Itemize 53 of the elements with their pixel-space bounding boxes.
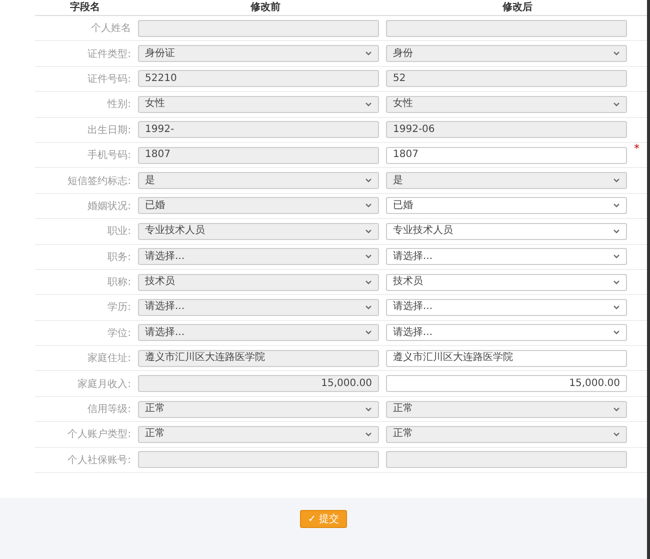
select-field[interactable]: 专业技术人员 bbox=[386, 222, 627, 240]
caret-icon bbox=[365, 203, 372, 208]
caret-icon bbox=[365, 330, 372, 336]
caret-icon bbox=[365, 406, 372, 412]
field-label: 手机号码: bbox=[86, 148, 131, 162]
field-label: 短信签约标志: bbox=[66, 174, 131, 188]
field-label: 个人社保账号: bbox=[66, 454, 131, 467]
field-label: 性别: bbox=[106, 98, 131, 112]
field-label: 职业: bbox=[106, 224, 131, 238]
caret-icon bbox=[613, 432, 620, 437]
caret-icon bbox=[613, 203, 620, 208]
field-label: 家庭住址: bbox=[86, 352, 131, 366]
caret-icon bbox=[613, 228, 620, 234]
caret-icon bbox=[613, 406, 620, 412]
caret-icon bbox=[365, 178, 372, 184]
select-field[interactable]: 请选择... bbox=[386, 248, 627, 266]
field-label: 证件类型: bbox=[86, 48, 131, 61]
field-label: 职称: bbox=[106, 276, 131, 290]
field-label: 证件号码: bbox=[86, 72, 131, 86]
caret-icon bbox=[613, 330, 620, 336]
caret-icon bbox=[365, 51, 372, 56]
caret-icon bbox=[365, 102, 372, 107]
caret-icon bbox=[613, 280, 620, 285]
field-label: 个人姓名 bbox=[90, 22, 131, 36]
caret-icon bbox=[365, 432, 372, 437]
field-label: 家庭月收入: bbox=[76, 378, 131, 391]
caret-icon bbox=[613, 254, 620, 260]
select-field[interactable]: 技术员 bbox=[386, 274, 627, 291]
caret-icon bbox=[613, 178, 620, 184]
field-label: 学位: bbox=[106, 326, 131, 340]
caret-icon bbox=[365, 304, 372, 310]
caret-icon bbox=[613, 304, 620, 310]
caret-icon bbox=[365, 228, 372, 234]
field-label: 个人账户类型: bbox=[66, 428, 131, 442]
column-header: 修改后 bbox=[501, 2, 534, 14]
select-field[interactable]: 已婚 bbox=[386, 197, 627, 214]
field-label: 信用等级: bbox=[86, 403, 131, 416]
select-field[interactable]: 请选择... bbox=[386, 324, 627, 342]
field-label: 学历: bbox=[106, 301, 131, 314]
select-field[interactable]: 请选择... bbox=[386, 298, 627, 316]
input-field[interactable]: 1807 bbox=[386, 146, 627, 164]
caret-icon bbox=[365, 280, 372, 285]
field-label: 出生日期: bbox=[86, 124, 131, 137]
input-field[interactable]: 遵义市汇川区大连路医学院 bbox=[386, 350, 627, 367]
field-label: 职务: bbox=[106, 250, 131, 264]
caret-icon bbox=[613, 51, 620, 56]
required-mark: * bbox=[634, 142, 640, 154]
caret-icon bbox=[365, 254, 372, 260]
input-field[interactable]: 15,000.00 bbox=[386, 375, 627, 392]
field-label: 婚姻状况: bbox=[86, 200, 131, 213]
caret-icon bbox=[613, 102, 620, 107]
column-header: 修改前 bbox=[249, 2, 282, 14]
column-header: 字段名 bbox=[69, 2, 101, 14]
